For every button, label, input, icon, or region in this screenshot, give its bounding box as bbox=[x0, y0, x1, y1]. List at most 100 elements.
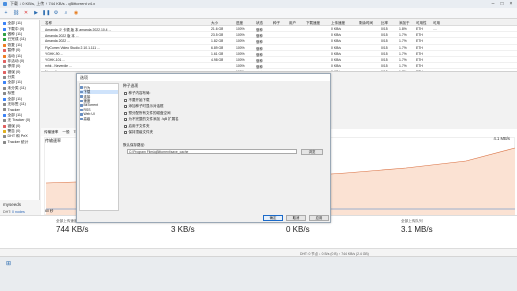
option-label: 添加种子时显示对话框 bbox=[128, 104, 164, 108]
checkbox-box[interactable] bbox=[124, 131, 127, 134]
sidebar-item-label: 已完成 (11) bbox=[7, 37, 26, 42]
option-checkbox[interactable]: 不要开始下载 bbox=[124, 98, 150, 103]
table-cell: 1.61 GB bbox=[211, 51, 224, 56]
rss-icon[interactable]: ◉ bbox=[72, 9, 80, 17]
sidebar-item-label: Tracker bbox=[7, 107, 20, 112]
filter-icon bbox=[3, 22, 6, 26]
category-icon bbox=[80, 99, 83, 102]
option-label: 保持顶级文件夹 bbox=[128, 130, 154, 134]
sidebar-item-label: 全部 (11) bbox=[7, 96, 23, 101]
option-checkbox[interactable]: 保持顶级文件夹 bbox=[124, 130, 153, 135]
checkbox-box[interactable] bbox=[124, 92, 127, 95]
table-cell: 100% bbox=[236, 57, 245, 62]
option-checkbox[interactable]: 预分配所有文件的磁盘空间 bbox=[124, 111, 171, 116]
sidebar-item-label: 标签 bbox=[7, 91, 15, 96]
table-cell: ETH bbox=[416, 70, 423, 71]
table-cell: 0/15 bbox=[381, 51, 388, 56]
title-bar: 下载 ↓ 0 KB/s, 上传 ↑ 744 KB/s - qBittorrent… bbox=[0, 0, 517, 8]
checkbox-box[interactable] bbox=[124, 98, 127, 102]
sidebar-item-label: 无标签 (11) bbox=[7, 102, 26, 107]
table-row[interactable]: Neverdie ... 100% 做种 0 KB/s 0/15 1.7% ETH bbox=[41, 69, 517, 71]
browse-button[interactable]: 浏览 bbox=[301, 148, 323, 155]
table-cell: 0 KB/s bbox=[331, 51, 341, 56]
category-icon bbox=[80, 113, 83, 116]
table-cell: 1.7% bbox=[399, 39, 407, 44]
sidebar-item-label: Tracker 统计 bbox=[7, 139, 29, 144]
table-cell: 1.7% bbox=[399, 70, 407, 71]
apply-button[interactable]: 应用 bbox=[309, 215, 329, 221]
option-label: 为不完整的文件添加 .!qB 扩展名 bbox=[128, 117, 179, 121]
sidebar-item-label: 全部 (11) bbox=[7, 112, 23, 117]
table-cell: 1.7% bbox=[399, 64, 407, 69]
section-title: 种子选项 bbox=[123, 84, 139, 88]
table-cell: ETH bbox=[416, 64, 423, 69]
table-cell: 1.7% bbox=[399, 45, 407, 50]
add-icon[interactable]: + bbox=[2, 9, 10, 17]
delete-icon[interactable]: ✕ bbox=[22, 9, 30, 17]
tab-speed[interactable]: 传输速率 bbox=[44, 130, 58, 134]
options-dialog: 选项 行为 下载 连接 速度 BitTorrent RSS Web UI 高级 种子选项 种子… bbox=[76, 73, 331, 223]
category-icon bbox=[80, 117, 83, 120]
table-cell: 100% bbox=[236, 27, 245, 31]
filter-icon bbox=[3, 49, 6, 53]
table-cell: 0 KB/s bbox=[331, 70, 341, 71]
table-cell: 0/15 bbox=[381, 70, 388, 71]
options-tree: 行为 下载 连接 速度 BitTorrent RSS Web UI 高级 bbox=[79, 83, 119, 211]
maximize-icon[interactable]: □ bbox=[498, 1, 506, 7]
checkbox-box[interactable]: ✓ bbox=[124, 124, 128, 128]
table-cell: 23.5 GB bbox=[211, 33, 224, 38]
options-tree-label: BitTorrent bbox=[83, 103, 99, 108]
table-cell: 100% bbox=[236, 45, 245, 50]
filter-icon bbox=[3, 97, 6, 101]
option-checkbox[interactable]: 种子内容布局: bbox=[124, 91, 150, 96]
options-tree-item[interactable]: 高级 bbox=[80, 117, 118, 121]
option-checkbox[interactable]: ✓ 为不完整的文件添加 .!qB 扩展名 bbox=[124, 117, 179, 122]
app-icon bbox=[3, 2, 7, 6]
save-path-field[interactable]: C:\Program Files\qBittorrent\save_cache bbox=[127, 149, 297, 154]
sidebar-item-label: 错误 (0) bbox=[7, 69, 21, 74]
ul-queue-stat: 全部上传队列 3.1 MB/s bbox=[401, 219, 433, 234]
table-cell: YGHK-101 ... bbox=[45, 57, 66, 62]
table-cell: 0/15 bbox=[381, 39, 388, 44]
table-cell: 100% bbox=[236, 70, 245, 71]
filter-icon bbox=[3, 70, 6, 74]
option-checkbox[interactable]: ✓ 启用子文件夹 bbox=[124, 124, 150, 129]
option-label: 种子内容布局: bbox=[128, 91, 151, 95]
sidebar: 全部 (11) 下载中 (0) 做种 (11) 已完成 (11) 恢复 (11) 暂停 (… bbox=[0, 20, 40, 200]
option-label: 不要开始下载 bbox=[128, 97, 150, 102]
link-icon[interactable]: ⛓ bbox=[12, 9, 20, 17]
option-checkbox[interactable]: ✓ 添加种子时显示对话框 bbox=[124, 104, 164, 109]
search-icon[interactable]: ⌕ bbox=[62, 9, 70, 17]
table-cell: 21.6 GB bbox=[211, 27, 224, 31]
table-cell: 0/15 bbox=[381, 33, 388, 38]
table-cell: 0 KB/s bbox=[331, 45, 341, 50]
sidebar-item-label: 暂停 (0) bbox=[7, 48, 21, 53]
table-cell: 0/15 bbox=[381, 57, 388, 62]
category-icon bbox=[80, 108, 83, 111]
panel-name: myseeds bbox=[3, 202, 22, 207]
graph-x-label: 60 秒 bbox=[45, 209, 54, 213]
tab-general[interactable]: 一般 bbox=[62, 130, 69, 134]
play-icon[interactable]: ▶ bbox=[32, 9, 40, 17]
table-cell: ETH bbox=[416, 27, 423, 31]
checkbox-box[interactable]: ✓ bbox=[124, 118, 128, 122]
option-label: 启用子文件夹 bbox=[128, 123, 150, 128]
checkbox-box[interactable] bbox=[124, 111, 127, 115]
minimize-icon[interactable]: – bbox=[489, 1, 497, 7]
start-icon[interactable]: ⊞ bbox=[6, 260, 11, 267]
category-icon bbox=[80, 90, 83, 93]
checkbox-box[interactable]: ✓ bbox=[124, 105, 128, 109]
close-icon[interactable]: × bbox=[507, 1, 515, 7]
sidebar-item[interactable]: Tracker 统计 bbox=[0, 140, 39, 145]
cancel-button[interactable]: 取消 bbox=[286, 215, 306, 221]
settings-icon[interactable]: ⚙ bbox=[52, 9, 60, 17]
torrent-list[interactable]: 名称 大小 进度 状态 种子 用户 下载速度 上传速度 剩余时间 比率 添加于 可用性 可用 Amand… bbox=[41, 20, 517, 72]
table-cell: Neverdie ... bbox=[45, 70, 205, 71]
category-icon bbox=[80, 95, 83, 98]
filter-icon bbox=[3, 38, 6, 42]
ok-button[interactable]: 确定 bbox=[263, 215, 283, 221]
filter-icon bbox=[3, 92, 6, 96]
sidebar-item-label: 下载中 (0) bbox=[7, 26, 25, 31]
filter-icon bbox=[3, 124, 6, 128]
pause-icon[interactable]: ❚❚ bbox=[42, 9, 50, 17]
